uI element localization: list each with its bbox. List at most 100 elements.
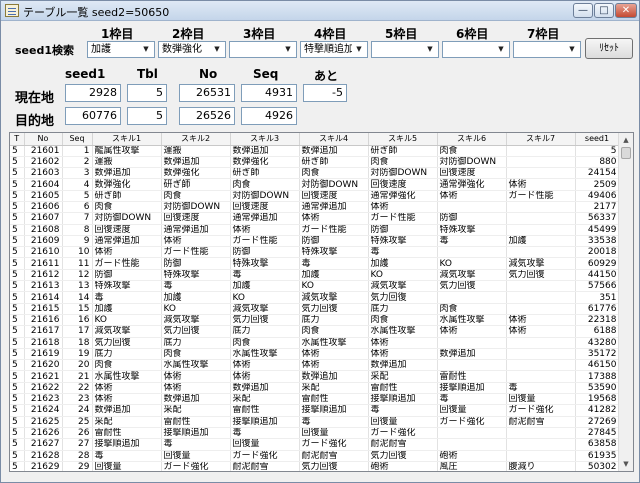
table-row[interactable]: 5 21605 5 研ぎ師 肉食 対防御DOWN 回復速度 通常弾強化 体術 ガード性能 49406 xyxy=(10,190,620,202)
table-cell: 体術 xyxy=(230,370,300,383)
seed1-header: seed1 xyxy=(65,67,106,81)
scroll-up-icon[interactable]: ▲ xyxy=(619,133,633,147)
current-ato-field[interactable]: -5 xyxy=(303,84,347,102)
column-header[interactable]: スキル6 xyxy=(437,133,507,146)
table-cell: 21628 xyxy=(24,450,63,462)
table-row[interactable]: 5 21622 22 体術 体術 数弾追加 采配 雷耐性 接撃順追加毒 53590 xyxy=(10,382,620,395)
table-row[interactable]: 5 21612 12 防御 特殊攻撃毒加護 KO 減気攻撃 気力回復 44150 xyxy=(10,269,620,282)
table-cell: 毒 xyxy=(299,257,369,270)
table-cell: 体術 xyxy=(368,201,438,214)
scroll-thumb[interactable] xyxy=(621,147,631,159)
table-row[interactable]: 5 21629 29 回復量 ガード強化 耐泥耐雪 気力回復 砲術 風圧 腹減り 50302 xyxy=(10,461,620,471)
table-cell: 底力 xyxy=(161,337,231,349)
minimize-button[interactable]: — xyxy=(573,3,593,18)
table-cell: 対防御DOWN xyxy=(92,212,162,225)
current-seq-field[interactable]: 4931 xyxy=(241,84,297,102)
table-row[interactable]: 5 21627 27 接撃順追加毒回復量 ガード強化 耐泥耐雪 63858 xyxy=(10,438,620,451)
frame-7-select[interactable]: ▼ xyxy=(513,41,581,58)
table-cell: 肉食 xyxy=(92,359,162,372)
table-row[interactable]: 5 21619 19 底力 肉食 水属性攻撃 体術 体術 数弾追加 35172 xyxy=(10,348,620,361)
table-row[interactable]: 5 21625 25 采配 雷耐性 接撃順追加毒回復量 ガード強化 耐泥耐雪 27269 xyxy=(10,416,620,428)
table-row[interactable]: 5 21602 2 運搬 数弾追加 数弾強化 研ぎ師 肉食 対防御DOWN 880 xyxy=(10,156,620,169)
table-row[interactable]: 5 21601 1 龍属性攻撃 運搬 数弾追加 数弾追加 研ぎ師 肉食 5 xyxy=(10,145,620,157)
table-row[interactable]: 5 21614 14 毒加護 KO 減気攻撃 気力回復 351 xyxy=(10,291,620,304)
target-tbl-field[interactable]: 5 xyxy=(127,107,167,125)
skill-table[interactable]: T No Seq スキル1 スキル2 スキル3 スキル4 スキル5 スキル6 スキル7 seed1 … xyxy=(9,132,634,472)
frame-4-select[interactable]: 特撃順追加 ▼ xyxy=(300,41,368,58)
table-cell: 5 xyxy=(10,167,25,180)
target-seed1-field[interactable]: 60776 xyxy=(65,107,121,125)
table-cell: 回復速度 xyxy=(230,201,300,214)
table-cell: 5 xyxy=(10,404,25,417)
current-no-field[interactable]: 26531 xyxy=(179,84,235,102)
table-row[interactable]: 5 21620 20 肉食 水属性攻撃 体術 体術 数弾追加 46150 xyxy=(10,359,620,372)
table-row[interactable]: 5 21628 28 毒回復量 ガード強化 耐泥耐雪 気力回復 砲術 61935 xyxy=(10,450,620,462)
table-cell: 気力回復 xyxy=(437,280,507,293)
table-cell: 水属性攻撃 xyxy=(299,337,369,349)
table-row[interactable]: 5 21608 8 回復速度 通常弾追加 体術 ガード性能 防御 特殊攻撃 45499 xyxy=(10,224,620,236)
table-row[interactable]: 5 21617 17 減気攻撃 気力回復 底力 肉食 水属性攻撃 体術 体術 6188 xyxy=(10,325,620,338)
target-seq-field[interactable]: 4926 xyxy=(241,107,297,125)
title-bar[interactable]: テーブル一覧 seed2=50650 — □ ✕ xyxy=(1,1,639,21)
column-header[interactable]: スキル3 xyxy=(230,133,300,146)
frame-3-label: 3枠目 xyxy=(243,27,276,41)
table-row[interactable]: 5 21611 11 ガード性能 防御 特殊攻撃毒加護 KO 減気攻撃 60929 xyxy=(10,257,620,270)
table-row[interactable]: 5 21604 4 数弾強化 研ぎ師 肉食 対防御DOWN 回復速度 通常弾強化 体術 2509 xyxy=(10,178,620,191)
column-header[interactable]: スキル5 xyxy=(368,133,438,146)
target-no-field[interactable]: 26526 xyxy=(179,107,235,125)
table-row[interactable]: 5 21613 13 特殊攻撃毒加護 KO 減気攻撃 気力回復 57566 xyxy=(10,280,620,293)
table-row[interactable]: 5 21623 23 体術 数弾追加 采配 雷耐性 接撃順追加毒回復量 19568 xyxy=(10,393,620,406)
table-cell: 研ぎ師 xyxy=(368,145,438,157)
frame-1-select[interactable]: 加護 ▼ xyxy=(87,41,155,58)
column-header[interactable]: スキル1 xyxy=(92,133,162,146)
table-cell: 雷耐性 xyxy=(299,393,369,406)
table-cell: 35172 xyxy=(575,348,620,361)
table-row[interactable]: 5 21626 26 雷耐性 接撃順追加毒回復量 ガード強化 27845 xyxy=(10,427,620,440)
column-header[interactable]: スキル2 xyxy=(161,133,231,146)
table-cell: 22318 xyxy=(575,314,620,327)
table-cell: 5 xyxy=(10,224,25,236)
frame-2-select[interactable]: 数弾強化 ▼ xyxy=(158,41,226,58)
column-header[interactable]: スキル4 xyxy=(299,133,369,146)
table-cell: 体術 xyxy=(368,337,438,349)
column-header[interactable]: seed1 xyxy=(575,133,620,146)
chevron-down-icon: ▼ xyxy=(498,45,504,53)
table-cell: 41282 xyxy=(575,404,620,417)
frame-6-select[interactable]: ▼ xyxy=(442,41,510,58)
table-row[interactable]: 5 21621 21 水属性攻撃 体術 体術 数弾追加 采配 雷耐性 17388 xyxy=(10,370,620,383)
table-row[interactable]: 5 21610 10 体術 ガード性能 防御 特殊攻撃毒 20018 xyxy=(10,246,620,259)
table-cell: 5 xyxy=(10,461,25,471)
chevron-down-icon: ▼ xyxy=(143,45,149,53)
current-tbl-field[interactable]: 5 xyxy=(127,84,167,102)
current-seed1-field[interactable]: 2928 xyxy=(65,84,121,102)
column-header[interactable]: T xyxy=(10,133,25,146)
table-cell: 5 xyxy=(10,393,25,406)
table-cell: 60929 xyxy=(575,257,620,270)
table-cell: 5 xyxy=(62,190,93,202)
column-header[interactable]: スキル7 xyxy=(506,133,576,146)
table-row[interactable]: 5 21609 9 通常弾追加 体術 ガード性能 防御 特殊攻撃毒加護 33538 xyxy=(10,235,620,248)
scroll-down-icon[interactable]: ▼ xyxy=(619,457,633,471)
table-row[interactable]: 5 21615 15 加護 KO 減気攻撃 気力回復 底力 肉食 61776 xyxy=(10,303,620,315)
table-cell: 肉食 xyxy=(368,314,438,327)
table-cell: 21622 xyxy=(24,382,63,395)
table-row[interactable]: 5 21616 16 KO 減気攻撃 気力回復 底力 肉食 水属性攻撃 体術 22318 xyxy=(10,314,620,327)
table-row[interactable]: 5 21603 3 数弾追加 数弾強化 研ぎ師 肉食 対防御DOWN 回復速度 24154 xyxy=(10,167,620,180)
maximize-button[interactable]: □ xyxy=(594,3,614,18)
table-row[interactable]: 5 21607 7 対防御DOWN 回復速度 通常弾追加 体術 ガード性能 防御 56337 xyxy=(10,212,620,225)
vertical-scrollbar[interactable]: ▲ ▼ xyxy=(618,133,633,471)
table-cell xyxy=(506,359,576,372)
table-cell: 21616 xyxy=(24,314,63,327)
reset-button[interactable]: ﾘｾｯﾄ xyxy=(585,38,633,59)
table-row[interactable]: 5 21624 24 数弾追加 采配 雷耐性 接撃順追加毒回復量 ガード強化 41282 xyxy=(10,404,620,417)
table-cell: 毒 xyxy=(92,291,162,304)
frame-3-select[interactable]: ▼ xyxy=(229,41,297,58)
column-header[interactable]: No xyxy=(24,133,63,146)
table-row[interactable]: 5 21606 6 肉食 対防御DOWN 回復速度 通常弾追加 体術 2177 xyxy=(10,201,620,214)
frame-5-select[interactable]: ▼ xyxy=(371,41,439,58)
table-cell: 13 xyxy=(62,280,93,293)
close-button[interactable]: ✕ xyxy=(615,3,637,18)
table-row[interactable]: 5 21618 18 気力回復 底力 肉食 水属性攻撃 体術 43280 xyxy=(10,337,620,349)
table-cell: 21619 xyxy=(24,348,63,361)
column-header[interactable]: Seq xyxy=(62,133,93,146)
